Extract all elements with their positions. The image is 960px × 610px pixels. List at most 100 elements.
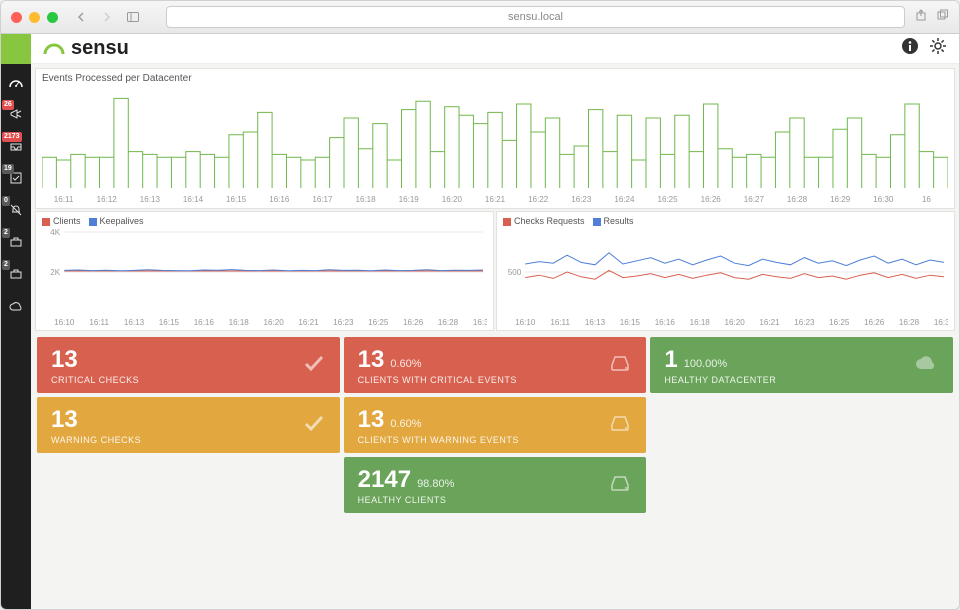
svg-text:16:16: 16:16 [269, 195, 290, 204]
sidebar-item-alerts[interactable]: 26 [1, 100, 31, 128]
tile-warning-checks[interactable]: 13 WARNING CHECKS [37, 397, 340, 453]
svg-text:16:28: 16:28 [899, 318, 920, 327]
sidebar-item-cloud[interactable] [1, 292, 31, 320]
tile-healthy-clients-pct: 98.80% [417, 478, 454, 490]
hdd-icon [608, 353, 632, 378]
svg-text:16:14: 16:14 [183, 195, 204, 204]
svg-text:16:13: 16:13 [585, 318, 606, 327]
svg-text:16:29: 16:29 [830, 195, 851, 204]
svg-text:16:28: 16:28 [438, 318, 459, 327]
sidebar-item-datacenters[interactable]: 2 [1, 260, 31, 288]
svg-text:2K: 2K [50, 268, 61, 277]
svg-text:500: 500 [508, 268, 522, 277]
browser-toolbar: sensu.local [1, 1, 959, 34]
dashboard-content: Events Processed per Datacenter 16:1116:… [31, 64, 959, 609]
share-button[interactable] [915, 8, 927, 26]
tile-critical-checks[interactable]: 13 CRITICAL CHECKS [37, 337, 340, 393]
tile-healthy-clients[interactable]: 2147 98.80% HEALTHY CLIENTS [344, 457, 647, 513]
events-chart-card: Events Processed per Datacenter 16:1116:… [35, 68, 955, 209]
svg-text:16:23: 16:23 [333, 318, 354, 327]
clients-keepalives-legend: Clients Keepalives [42, 216, 487, 226]
svg-text:16: 16 [922, 195, 931, 204]
main-panel: sensu Events Processed per Datacenter 16… [31, 34, 959, 609]
checks-results-chart: 50016:1016:1116:1316:1516:1616:1816:2016… [503, 228, 948, 328]
tabs-button[interactable] [937, 8, 949, 26]
sidebar-badge-aggregates: 0 [2, 196, 10, 206]
sidebar-item-silence[interactable]: 19 [1, 164, 31, 192]
legend-label-checksreq: Checks Requests [514, 216, 585, 226]
tile-clients-critical[interactable]: 130.60% CLIENTS WITH CRITICAL EVENTS [344, 337, 647, 393]
svg-text:16:18: 16:18 [229, 318, 250, 327]
legend-swatch-keepalives [89, 218, 97, 226]
events-chart: 16:1116:1216:1316:1416:1516:1616:1716:18… [42, 86, 948, 206]
bell-slash-icon [9, 203, 23, 217]
sidebar-badge-alerts: 26 [2, 100, 14, 110]
svg-text:16:20: 16:20 [442, 195, 463, 204]
browser-right-controls [915, 8, 949, 26]
clients-keepalives-chart: 2K4K16:1016:1116:1316:1516:1616:1816:201… [42, 228, 487, 328]
svg-text:16:18: 16:18 [690, 318, 711, 327]
settings-button[interactable] [929, 37, 947, 60]
sidebar-badge-datacenters: 2 [2, 260, 10, 270]
sidebar-item-stashes[interactable]: 2 [1, 228, 31, 256]
sidebar-badge-events: 2173 [2, 132, 22, 142]
svg-text:16:24: 16:24 [614, 195, 635, 204]
svg-text:16:17: 16:17 [312, 195, 333, 204]
tile-warning-checks-value: 13 [51, 406, 78, 434]
url-bar[interactable]: sensu.local [166, 6, 905, 28]
svg-text:16:15: 16:15 [620, 318, 641, 327]
back-button[interactable] [72, 8, 90, 26]
tile-clients-warning-pct: 0.60% [390, 418, 421, 430]
sidebar-item-dashboard[interactable] [1, 68, 31, 96]
svg-text:16:21: 16:21 [759, 318, 780, 327]
svg-text:16:23: 16:23 [794, 318, 815, 327]
legend-label-keepalives: Keepalives [100, 216, 144, 226]
svg-text:16:25: 16:25 [368, 318, 389, 327]
tile-healthy-clients-value: 2147 [358, 466, 411, 494]
legend-swatch-checksreq [503, 218, 511, 226]
svg-text:4K: 4K [50, 228, 61, 237]
sidebar-item-events[interactable]: 2173 [1, 132, 31, 160]
svg-text:16:26: 16:26 [403, 318, 424, 327]
brand[interactable]: sensu [43, 37, 129, 60]
sidebar-badge-stashes: 2 [2, 228, 10, 238]
svg-text:16:26: 16:26 [701, 195, 722, 204]
hdd-icon [608, 413, 632, 438]
cloud-icon [913, 354, 939, 377]
svg-text:16:10: 16:10 [515, 318, 536, 327]
tile-healthy-clients-label: HEALTHY CLIENTS [358, 495, 455, 505]
svg-text:16:13: 16:13 [124, 318, 145, 327]
tile-healthy-dc-pct: 100.00% [684, 358, 727, 370]
tile-clients-warning[interactable]: 130.60% CLIENTS WITH WARNING EVENTS [344, 397, 647, 453]
legend-label-results: Results [604, 216, 634, 226]
svg-text:16:22: 16:22 [528, 195, 549, 204]
events-chart-title: Events Processed per Datacenter [42, 73, 948, 84]
tile-clients-critical-value: 13 [358, 346, 385, 374]
summary-tiles: 13 CRITICAL CHECKS 13 WARNING CHECKS [31, 331, 959, 523]
close-window-button[interactable] [11, 12, 22, 23]
tile-healthy-dc-label: HEALTHY DATACENTER [664, 375, 776, 385]
gear-icon [929, 37, 947, 55]
svg-text:16:23: 16:23 [571, 195, 592, 204]
url-text: sensu.local [508, 11, 563, 23]
maximize-window-button[interactable] [47, 12, 58, 23]
svg-text:16:10: 16:10 [54, 318, 75, 327]
minimize-window-button[interactable] [29, 12, 40, 23]
info-button[interactable] [901, 37, 919, 60]
tile-critical-checks-value: 13 [51, 346, 78, 374]
sidebar-badge-silence: 19 [2, 164, 14, 174]
svg-text:16:20: 16:20 [724, 318, 745, 327]
svg-text:16:25: 16:25 [829, 318, 850, 327]
tile-healthy-datacenter[interactable]: 1 100.00% HEALTHY DATACENTER [650, 337, 953, 393]
tile-healthy-dc-value: 1 [664, 346, 677, 374]
svg-text:16:27: 16:27 [744, 195, 765, 204]
sidebar-logo[interactable] [1, 34, 31, 64]
svg-text:16:25: 16:25 [658, 195, 679, 204]
svg-text:16:21: 16:21 [298, 318, 319, 327]
sidebar-item-aggregates[interactable]: 0 [1, 196, 31, 224]
svg-text:16:12: 16:12 [97, 195, 118, 204]
browser-window: sensu.local 26 2173 19 0 [0, 0, 960, 610]
forward-button[interactable] [98, 8, 116, 26]
sidebar-toggle-button[interactable] [124, 8, 142, 26]
brand-name: sensu [71, 37, 129, 60]
